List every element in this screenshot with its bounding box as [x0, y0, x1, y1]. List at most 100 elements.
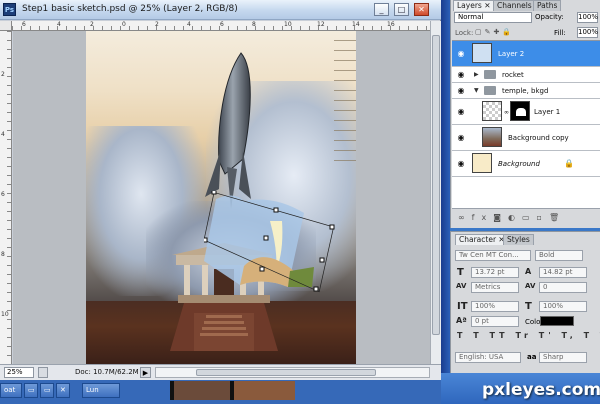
- desktop-background: [441, 0, 450, 404]
- maximize-button[interactable]: □: [394, 3, 409, 16]
- scroll-thumb[interactable]: [432, 35, 440, 335]
- small-caps-button[interactable]: Tr: [515, 331, 532, 340]
- layer-name[interactable]: Background copy: [508, 134, 569, 142]
- tab-paths[interactable]: Paths: [533, 0, 562, 11]
- ruler-number: 2: [1, 71, 5, 78]
- font-size-icon: T: [457, 267, 464, 278]
- new-layer-icon[interactable]: ▫: [537, 213, 549, 222]
- faux-bold-button[interactable]: T: [457, 331, 466, 340]
- tab-styles[interactable]: Styles: [503, 234, 534, 245]
- layer-row[interactable]: ◉ Background copy: [452, 125, 600, 151]
- antialias-select[interactable]: Sharp: [539, 352, 587, 363]
- taskbar-restore-icon[interactable]: ▭: [24, 383, 38, 398]
- ruler-vertical[interactable]: 2 4 6 8 10: [0, 31, 12, 364]
- leading-icon: A: [525, 267, 532, 276]
- taskbar-restore-icon[interactable]: ▭: [40, 383, 54, 398]
- language-select[interactable]: English: USA: [455, 352, 521, 363]
- expand-arrow-icon[interactable]: ▶: [474, 71, 479, 78]
- faux-italic-button[interactable]: T: [473, 331, 482, 340]
- transform-bounding-box[interactable]: [204, 191, 344, 296]
- superscript-button[interactable]: T': [539, 331, 555, 340]
- fx-icon[interactable]: fx: [472, 213, 494, 222]
- visibility-eye-icon[interactable]: ◉: [455, 159, 467, 169]
- trash-icon[interactable]: 🗑: [549, 213, 566, 222]
- blend-mode-select[interactable]: Normal: [454, 12, 532, 23]
- underline-button[interactable]: T: [584, 331, 593, 340]
- minimize-button[interactable]: _: [374, 3, 389, 16]
- layer-name[interactable]: Layer 2: [498, 50, 524, 58]
- scroll-thumb[interactable]: [196, 369, 376, 376]
- link-icon[interactable]: ∞: [458, 213, 472, 222]
- layer-name[interactable]: rocket: [502, 71, 524, 79]
- baseline-shift-field[interactable]: 0 pt: [471, 316, 519, 327]
- document-title-bar[interactable]: Ps Step1 basic sketch.psd @ 25% (Layer 2…: [0, 0, 441, 20]
- lock-icon: 🔒: [564, 159, 574, 168]
- ruler-number: 8: [252, 21, 256, 28]
- ruler-number: 14: [352, 21, 360, 28]
- layer-row[interactable]: ◉ Layer 2: [452, 41, 600, 67]
- chain-link-icon[interactable]: ∞: [504, 109, 509, 116]
- layers-toolbar: ∞fx◙◐▭▫🗑: [452, 208, 600, 226]
- opacity-label: Opacity:: [535, 13, 564, 21]
- image-canvas[interactable]: [86, 31, 356, 365]
- layer-row[interactable]: ◉ ∞ Layer 1: [452, 99, 600, 125]
- tracking-select[interactable]: 0: [539, 282, 587, 293]
- document-size: Doc: 10.7M/62.2M: [75, 368, 139, 376]
- ruler-origin[interactable]: [0, 21, 12, 31]
- layer-name[interactable]: Background: [498, 160, 540, 168]
- taskbar-item[interactable]: Lun: [82, 383, 120, 398]
- tracking-icon: AV: [525, 282, 536, 290]
- horizontal-scrollbar[interactable]: [155, 367, 430, 378]
- layer-name[interactable]: temple, bkgd: [502, 87, 548, 95]
- vertical-scale-field[interactable]: 100%: [471, 301, 519, 312]
- font-family-select[interactable]: Tw Cen MT Con...: [455, 250, 531, 261]
- all-caps-button[interactable]: TT: [490, 331, 509, 340]
- subscript-button[interactable]: T,: [561, 331, 576, 340]
- photoshop-icon: Ps: [3, 3, 16, 16]
- leading-field[interactable]: 14.82 pt: [539, 267, 587, 278]
- document-window: Ps Step1 basic sketch.psd @ 25% (Layer 2…: [0, 0, 441, 380]
- layer-row[interactable]: ◉ ▼ temple, bkgd: [452, 83, 600, 99]
- visibility-eye-icon[interactable]: ◉: [455, 86, 467, 96]
- ruler-horizontal[interactable]: 6 4 2 0 2 4 6 8 10 12 14 16: [12, 21, 430, 31]
- text-color-swatch[interactable]: [540, 316, 574, 326]
- watermark: pxleyes.com: [482, 380, 600, 400]
- visibility-eye-icon[interactable]: ◉: [455, 107, 467, 117]
- visibility-eye-icon[interactable]: ◉: [455, 133, 467, 143]
- tab-channels[interactable]: Channels: [493, 0, 536, 11]
- collapse-arrow-icon[interactable]: ▼: [474, 87, 479, 94]
- lock-options-icon[interactable]: ▢✎✚🔒: [475, 28, 514, 36]
- layer-row[interactable]: ◉ ▶ rocket: [452, 67, 600, 83]
- vertical-scrollbar[interactable]: [430, 21, 441, 364]
- fill-label: Fill:: [554, 29, 566, 37]
- font-size-field[interactable]: 13.72 pt: [471, 267, 519, 278]
- mask-icon[interactable]: ◙: [493, 213, 508, 222]
- sketch-lines: [334, 31, 356, 161]
- status-icon[interactable]: [38, 367, 48, 378]
- zoom-field[interactable]: 25%: [4, 367, 34, 378]
- ruler-number: 6: [1, 191, 5, 198]
- ruler-number: 6: [22, 21, 26, 28]
- taskbar-close-icon[interactable]: ✕: [56, 383, 70, 398]
- visibility-eye-icon[interactable]: ◉: [455, 70, 467, 80]
- ruler-number: 4: [57, 21, 61, 28]
- taskbar-item[interactable]: oat: [0, 383, 22, 398]
- ruler-number: 10: [1, 311, 9, 318]
- folder-icon[interactable]: ▭: [522, 213, 537, 222]
- font-style-select[interactable]: Bold: [535, 250, 583, 261]
- mask-thumbnail[interactable]: [510, 101, 530, 121]
- close-button[interactable]: ✕: [414, 3, 429, 16]
- opacity-field[interactable]: 100%: [577, 12, 598, 23]
- horizontal-scale-field[interactable]: 100%: [539, 301, 587, 312]
- antialias-icon: aa: [527, 353, 537, 361]
- adjustment-icon[interactable]: ◐: [508, 213, 522, 222]
- visibility-eye-icon[interactable]: ◉: [455, 49, 467, 59]
- layer-name[interactable]: Layer 1: [534, 108, 560, 116]
- layer-row[interactable]: ◉ Background 🔒: [452, 151, 600, 177]
- fill-field[interactable]: 100%: [577, 27, 598, 38]
- tab-character[interactable]: Character ✕: [455, 234, 509, 245]
- baseline-shift-icon: Aª: [456, 316, 467, 325]
- status-menu-arrow-icon[interactable]: ▶: [140, 367, 151, 378]
- tab-layers[interactable]: Layers ✕: [453, 0, 495, 11]
- kerning-select[interactable]: Metrics: [471, 282, 519, 293]
